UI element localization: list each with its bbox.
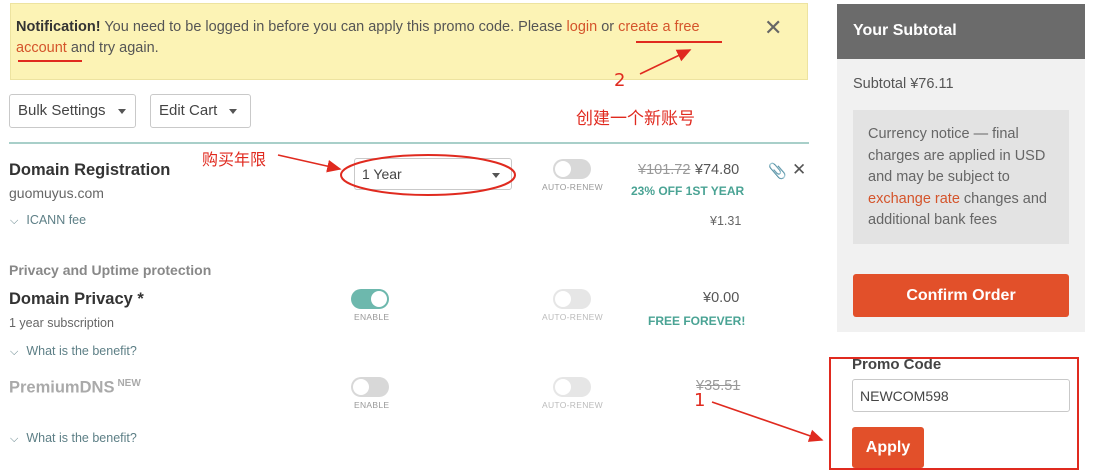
- premium-auto-renew-toggle[interactable]: [553, 377, 591, 397]
- bulk-settings-dropdown[interactable]: Bulk Settings: [9, 94, 136, 128]
- chevron-down-icon: ⌵: [10, 215, 19, 227]
- privacy-benefit-link[interactable]: ⌵ What is the benefit?: [10, 344, 137, 359]
- premium-enable-toggle[interactable]: [351, 377, 389, 397]
- chevron-down-icon: ⌵: [10, 433, 19, 445]
- chevron-down-icon: [117, 108, 126, 114]
- notification-prefix: Notification!: [16, 19, 101, 35]
- premium-dns-title: PremiumDNS NEW: [9, 378, 141, 397]
- exchange-rate-link[interactable]: exchange rate: [868, 191, 960, 207]
- premium-benefit-link[interactable]: ⌵ What is the benefit?: [10, 431, 137, 446]
- currency-notice: Currency notice — final charges are appl…: [853, 110, 1069, 244]
- auto-renew-toggle[interactable]: [553, 159, 591, 179]
- arrow-to-promo: [711, 401, 824, 442]
- icann-fee-price: ¥1.31: [710, 214, 742, 228]
- current-price: ¥74.80: [694, 162, 740, 178]
- domain-registration-title: Domain Registration: [9, 161, 171, 179]
- arrow-to-term-select: [277, 154, 342, 173]
- annotation-create-account: 创建一个新账号: [576, 109, 695, 129]
- privacy-note: FREE FOREVER!: [648, 314, 746, 328]
- domain-name: guomuyus.com: [9, 185, 104, 201]
- annotation-buy-term: 购买年限: [202, 150, 267, 169]
- remove-icon[interactable]: ✕: [792, 160, 806, 180]
- enable-label: ENABLE: [354, 400, 390, 410]
- annotation-number-1: 1: [694, 390, 706, 411]
- divider: [9, 142, 809, 144]
- discount-note: 23% OFF 1ST YEAR: [631, 184, 745, 198]
- privacy-section-heading: Privacy and Uptime protection: [9, 262, 212, 278]
- chevron-down-icon: ⌵: [10, 346, 19, 358]
- privacy-subscription: 1 year subscription: [9, 316, 114, 330]
- paperclip-icon[interactable]: 📎: [768, 162, 787, 180]
- registration-price: ¥101.72 ¥74.80: [638, 161, 739, 179]
- auto-renew-label: AUTO-RENEW: [542, 182, 603, 192]
- privacy-price: ¥0.00: [703, 290, 740, 306]
- icann-fee-toggle[interactable]: ⌵ ICANN fee: [10, 213, 86, 228]
- close-icon[interactable]: ✕: [764, 15, 782, 41]
- enable-label: ENABLE: [354, 312, 390, 322]
- privacy-enable-toggle[interactable]: [351, 289, 389, 309]
- apply-button[interactable]: Apply: [852, 427, 924, 468]
- confirm-order-button[interactable]: Confirm Order: [853, 274, 1069, 317]
- old-price: ¥101.72: [638, 162, 691, 178]
- promo-code-input[interactable]: [852, 379, 1070, 412]
- new-badge: NEW: [117, 378, 141, 389]
- privacy-auto-renew-toggle[interactable]: [553, 289, 591, 309]
- chevron-down-icon: [491, 172, 500, 178]
- chevron-down-icon: [229, 108, 238, 114]
- subtotal-amount: Subtotal ¥76.11: [853, 76, 954, 92]
- notification-text: Notification! You need to be logged in b…: [16, 19, 700, 56]
- subtotal-title: Your Subtotal: [837, 4, 1085, 59]
- login-link[interactable]: login: [567, 19, 598, 35]
- auto-renew-label: AUTO-RENEW: [542, 400, 603, 410]
- auto-renew-label: AUTO-RENEW: [542, 312, 603, 322]
- promo-code-label: Promo Code: [852, 356, 942, 373]
- annotation-number-2: 2: [614, 70, 626, 91]
- registration-term-select[interactable]: 1 Year: [354, 158, 512, 190]
- edit-cart-dropdown[interactable]: Edit Cart: [150, 94, 251, 128]
- domain-privacy-title: Domain Privacy *: [9, 290, 144, 308]
